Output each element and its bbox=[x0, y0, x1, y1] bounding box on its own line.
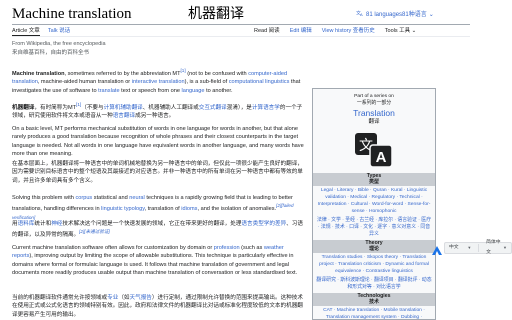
tools-label: Tools 工具 bbox=[384, 28, 411, 34]
link-linguistic-typology[interactable]: linguistic typology bbox=[101, 206, 144, 212]
theory-list-translation[interactable]: 翻译研究 · 斯科波斯理论 · 翻译项目 · 翻译批评 · 动态和形式对等 · … bbox=[313, 276, 435, 292]
paragraph-3-translation: 用语料库统计和神经技术解决这个问题是一个快速发展的领域，它正在带来更好的翻译，处… bbox=[12, 220, 304, 240]
tools-menu[interactable]: Tools 工具 ⌄ bbox=[385, 27, 417, 35]
tab-read[interactable]: Read 阅读 bbox=[254, 27, 280, 35]
text: ), is a sub-field of bbox=[184, 79, 229, 86]
tagline: From Wikipedia, the free encyclopedia bbox=[12, 41, 106, 47]
link-translate[interactable]: translate bbox=[98, 88, 119, 94]
languages-count: 81 languages81种语言 bbox=[366, 12, 427, 18]
link[interactable]: 专业 bbox=[107, 295, 118, 301]
chevron-down-icon: ⌄ bbox=[428, 12, 434, 18]
intro-paragraph-translation: 机器翻译，有时简称为MT[1]（不要与计算机辅助翻译、机器辅助人工翻译或交互式翻… bbox=[12, 101, 304, 121]
text: Solving this problem with bbox=[12, 195, 76, 201]
link[interactable]: 语料库 bbox=[18, 221, 35, 227]
text: 当前的机器翻译软件通常允许按领域或 bbox=[12, 295, 108, 301]
types-list[interactable]: Legal · Literary · Bible · Quran · Kural… bbox=[313, 186, 435, 216]
link-profession[interactable]: profession bbox=[214, 245, 240, 251]
page-title: Machine translation bbox=[12, 6, 132, 22]
abbr: MT bbox=[172, 70, 181, 77]
paragraph-4-translation: 当前的机器翻译软件通常允许按领域或专业（如天气报告）进行定制，通过限制允许替换的… bbox=[12, 294, 304, 319]
link[interactable]: 语言类型学的差异 bbox=[241, 221, 286, 227]
types-list-translation[interactable]: 法律 · 文学 · 圣经 · 古兰经 · 库拉尔 · 语言验证 · 医疗 · 法… bbox=[313, 216, 435, 239]
link[interactable]: 计算语言学 bbox=[252, 105, 280, 111]
ref-link[interactable]: [2][未通过验证] bbox=[79, 229, 110, 234]
translator-language-bar: 中文 ▼ 简体中文 ▼ bbox=[444, 240, 512, 255]
view-tabs: Read 阅读 Edit 编辑 View history 查看历史 Tools … bbox=[254, 27, 416, 35]
emblem-glyph-2: A bbox=[376, 149, 387, 166]
text: （不要与 bbox=[81, 104, 104, 111]
translator-logo-icon[interactable] bbox=[432, 243, 442, 255]
target-language-select[interactable]: 简体中文 bbox=[482, 238, 503, 258]
tab-view-history[interactable]: View history 查看历史 bbox=[322, 27, 375, 35]
intro-paragraph: Machine translation, sometimes referred … bbox=[12, 67, 304, 95]
link[interactable]: 天气报告 bbox=[130, 295, 152, 301]
text: 成另一种语言。 bbox=[135, 113, 175, 120]
term-bold: 机器翻译 bbox=[12, 104, 35, 111]
types-header: Types 类型 bbox=[313, 173, 435, 186]
namespace-tabs: Article 文章 Talk 说话 bbox=[12, 27, 70, 36]
paragraph-2: On a basic level, MT performs mechanical… bbox=[12, 126, 304, 158]
link[interactable]: 神经 bbox=[51, 221, 62, 227]
text: (such as bbox=[239, 245, 264, 251]
text: , translation of bbox=[144, 206, 182, 213]
svg-text:A: A bbox=[360, 12, 363, 17]
tab-edit[interactable]: Edit 编辑 bbox=[290, 27, 312, 35]
theory-header-label: Theory bbox=[365, 240, 383, 246]
paragraph-4: Current machine translation software oft… bbox=[12, 244, 304, 278]
source-language-select[interactable]: 中文 bbox=[445, 243, 467, 253]
paragraph-2-translation: 在基本层面上，机器翻译将一种语言中的单词机械地替换为另一种语言中的单词，但仅此一… bbox=[12, 161, 303, 184]
link-interactive-translation[interactable]: interactive translation bbox=[132, 79, 185, 85]
link-idioms[interactable]: idioms bbox=[181, 206, 197, 212]
text: 混淆），是 bbox=[226, 104, 252, 111]
infobox-title-translation: 翻译 bbox=[368, 119, 380, 125]
technologies-header: Technologies 技术 bbox=[313, 293, 435, 306]
text: 统计和 bbox=[34, 221, 52, 227]
link[interactable]: 计算机辅助翻译 bbox=[104, 105, 143, 111]
chevron-down-icon: ▼ bbox=[467, 245, 472, 250]
link-neural[interactable]: neural bbox=[129, 195, 145, 201]
text: text or speech from one bbox=[119, 87, 182, 94]
chevron-down-icon: ▼ bbox=[503, 245, 507, 250]
text: , sometimes referred to by the abbreviat… bbox=[64, 70, 173, 77]
link-language[interactable]: language bbox=[181, 88, 204, 94]
translate-icon: 文A bbox=[356, 9, 364, 23]
text: （如 bbox=[118, 295, 130, 301]
link[interactable]: 语言翻译 bbox=[113, 113, 135, 119]
link-corpus[interactable]: corpus bbox=[75, 195, 92, 201]
text: ，有时简称为MT bbox=[34, 104, 77, 111]
languages-button[interactable]: 文A 81 languages81种语言 ⌄ bbox=[356, 9, 434, 22]
text: to another. bbox=[204, 87, 233, 94]
translation-series-infobox: Part of a series on 一系列的一部分 Translation … bbox=[312, 88, 436, 320]
text: 技术解决这个问题是一个快速发展的领域，它正在带来更好的翻译，处理 bbox=[62, 221, 242, 227]
text: , and the isolation of anomalies. bbox=[197, 206, 277, 213]
term-bold: Machine translation bbox=[12, 70, 65, 77]
tabs-divider bbox=[12, 36, 470, 37]
technologies-header-label: Technologies bbox=[357, 293, 391, 299]
divider bbox=[478, 244, 480, 252]
infobox-pretitle: Part of a series on bbox=[354, 94, 394, 99]
text: ), improving output by limiting the scop… bbox=[12, 253, 298, 277]
link-computational-linguistics[interactable]: computational linguistics bbox=[229, 79, 290, 85]
types-header-label: Types bbox=[366, 173, 382, 179]
infobox-pretitle-translation: 一系列的一部分 bbox=[356, 101, 392, 106]
infobox-title-link[interactable]: Translation bbox=[313, 108, 435, 119]
tab-talk[interactable]: Talk 说话 bbox=[48, 27, 70, 36]
translation-emblem-icon: 文 A bbox=[354, 131, 394, 169]
text: Current machine translation software oft… bbox=[12, 245, 214, 251]
text: (not to be confused with bbox=[185, 70, 249, 77]
title-divider bbox=[12, 24, 470, 25]
technologies-list[interactable]: CAT · Machine translation · Mobile trans… bbox=[313, 306, 435, 319]
theory-header: Theory 理论 bbox=[313, 240, 435, 253]
text: 、机器辅助人工翻译或 bbox=[142, 104, 199, 111]
link[interactable]: 交互式翻译 bbox=[199, 105, 227, 111]
theory-list[interactable]: Translation studies · Skopos theory · Tr… bbox=[313, 253, 435, 276]
tab-article[interactable]: Article 文章 bbox=[12, 27, 40, 36]
text: , machine-aided human translation or bbox=[37, 79, 132, 86]
text: statistical and bbox=[92, 195, 130, 201]
page-title-translation: 机器翻译 bbox=[188, 6, 244, 22]
tagline-translation: 来自维基百科，自由的百科全书 bbox=[12, 50, 90, 56]
